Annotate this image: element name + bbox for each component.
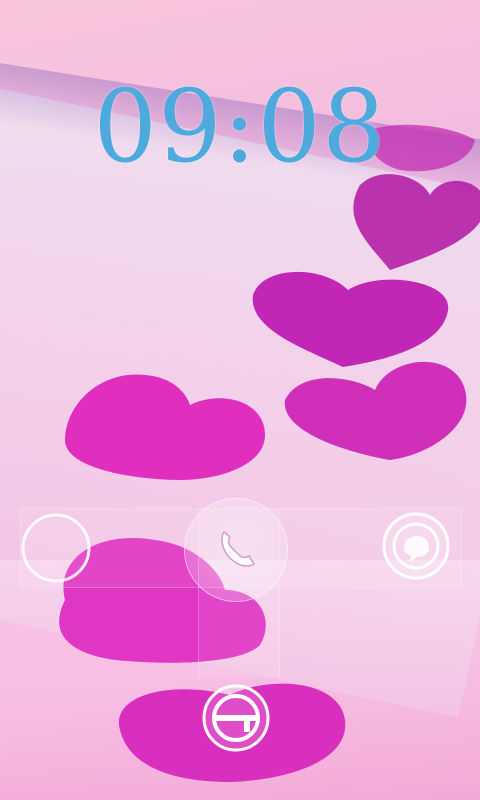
unlock-target-bottom[interactable] — [200, 682, 272, 754]
unlock-handle-phone[interactable] — [184, 498, 288, 602]
chat-bubble-icon — [382, 512, 450, 580]
unlock-g-icon — [202, 684, 270, 752]
unlock-target-message[interactable] — [380, 510, 452, 582]
phone-handset-icon — [221, 530, 256, 567]
heart-graphic-right — [284, 361, 467, 460]
heart-graphic-left — [65, 374, 265, 480]
lockscreen-clock: 09:08 — [93, 68, 387, 185]
unlock-target-left[interactable] — [20, 512, 92, 584]
empty-ring-icon — [21, 513, 91, 583]
